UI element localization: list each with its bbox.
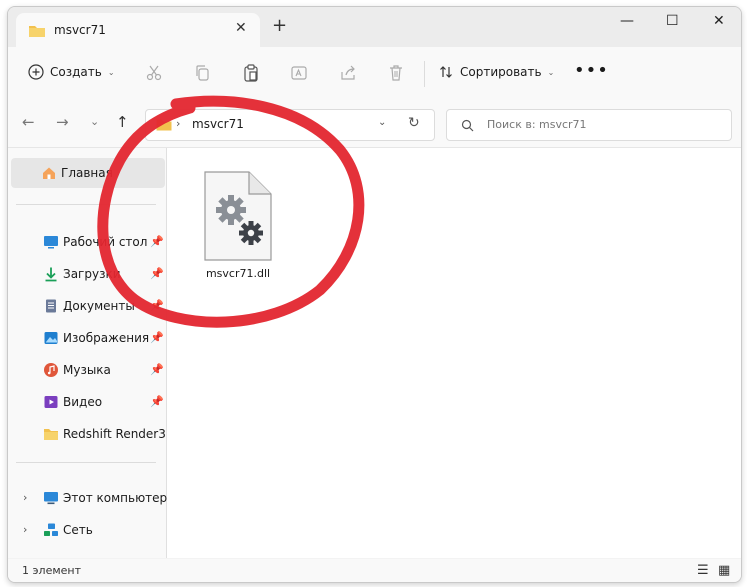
window-tab[interactable]: msvcr71 ✕ [16, 13, 260, 47]
sidebar-item-this-pc[interactable]: › Этот компьютер [11, 483, 168, 513]
file-item[interactable]: msvcr71.dll [195, 170, 275, 280]
address-bar[interactable]: › msvcr71 ⌄ ↻ [145, 109, 435, 141]
sidebar-item-video[interactable]: Видео 📌 [11, 387, 165, 417]
sidebar-label: Видео [63, 395, 103, 409]
new-tab-button[interactable]: + [272, 17, 287, 35]
music-icon [44, 363, 58, 377]
refresh-icon[interactable]: ↻ [408, 115, 420, 131]
sidebar-item-redshift-folder[interactable]: Redshift Render3.0. [11, 419, 181, 449]
status-bar: 1 элемент ☰ ▦ [8, 559, 741, 582]
chevron-down-icon: ⌄ [107, 67, 115, 77]
expand-chevron-icon[interactable]: › [23, 491, 27, 504]
network-icon [44, 523, 58, 536]
sidebar-item-pictures[interactable]: Изображения 📌 [11, 323, 165, 353]
file-list: msvcr71.dll [167, 148, 741, 558]
share-icon[interactable] [338, 63, 358, 83]
tab-title: msvcr71 [54, 23, 106, 37]
pin-icon[interactable]: 📌 [150, 395, 164, 408]
sidebar-divider [16, 204, 156, 205]
toolbar-divider [424, 61, 425, 87]
sort-label: Сортировать [460, 65, 542, 79]
more-options-button[interactable]: ••• [574, 60, 609, 81]
tiles-view-icon[interactable]: ▦ [718, 563, 730, 578]
sidebar-item-documents[interactable]: Документы 📌 [11, 291, 165, 321]
create-button[interactable]: Создать ⌄ [28, 64, 115, 80]
sidebar-divider [16, 462, 156, 463]
details-view-icon[interactable]: ☰ [697, 563, 709, 578]
home-icon [43, 167, 55, 179]
navigation-pane: Главная Рабочий стол 📌 Загрузки 📌 Докуме… [8, 148, 181, 558]
sidebar-label: Этот компьютер [63, 491, 168, 505]
pin-icon[interactable]: 📌 [150, 363, 164, 376]
sidebar-item-desktop[interactable]: Рабочий стол 📌 [11, 227, 165, 257]
pin-icon[interactable]: 📌 [150, 235, 164, 248]
folder-icon [29, 26, 45, 37]
expand-chevron-icon[interactable]: › [23, 523, 27, 536]
pictures-icon [44, 332, 58, 344]
rename-icon[interactable] [289, 63, 309, 83]
tab-close-button[interactable]: ✕ [235, 20, 247, 36]
sort-button[interactable]: Сортировать ⌄ [438, 64, 554, 80]
address-history-chevron-icon[interactable]: ⌄ [378, 117, 386, 128]
sidebar-item-downloads[interactable]: Загрузки 📌 [11, 259, 165, 289]
up-arrow-icon[interactable]: ↑ [116, 113, 129, 131]
sidebar-label: Рабочий стол [63, 235, 148, 249]
pin-icon[interactable]: 📌 [150, 267, 164, 280]
documents-icon [46, 299, 56, 313]
video-icon [44, 396, 58, 408]
create-label: Создать [50, 65, 102, 79]
item-count: 1 элемент [22, 564, 81, 577]
address-row: ← → ⌄ ↑ › msvcr71 ⌄ ↻ Поиск в: msvcr71 [8, 101, 741, 148]
search-placeholder: Поиск в: msvcr71 [487, 118, 587, 131]
sidebar-label: Музыка [63, 363, 111, 377]
sidebar-item-home[interactable]: Главная [11, 158, 165, 188]
folder-icon [156, 119, 172, 131]
close-button[interactable]: ✕ [713, 13, 725, 29]
delete-icon[interactable] [386, 63, 406, 83]
paste-icon[interactable] [241, 63, 261, 83]
desktop-icon [44, 236, 58, 249]
folder-icon [44, 429, 58, 440]
sidebar-label: Изображения [63, 331, 150, 345]
sort-icon [440, 66, 452, 78]
sidebar-item-network[interactable]: › Сеть [11, 515, 165, 545]
dll-file-icon [204, 171, 272, 261]
title-bar: msvcr71 ✕ + — ☐ ✕ [8, 7, 741, 47]
explorer-window: msvcr71 ✕ + — ☐ ✕ Создать ⌄ Сортировать … [7, 6, 742, 583]
breadcrumb-separator-icon: › [176, 117, 181, 130]
sidebar-label: Загрузки [63, 267, 121, 281]
sidebar-label: Сеть [63, 523, 93, 537]
pin-icon[interactable]: 📌 [150, 331, 164, 344]
cut-icon[interactable] [144, 63, 164, 83]
recent-chevron-icon[interactable]: ⌄ [90, 115, 99, 128]
sidebar-label: Redshift Render3.0. [63, 427, 182, 441]
pin-icon[interactable]: 📌 [150, 299, 164, 312]
sidebar-label: Главная [61, 166, 113, 180]
forward-arrow-icon[interactable]: → [56, 113, 69, 131]
breadcrumb-current[interactable]: msvcr71 [192, 117, 244, 131]
chevron-down-icon: ⌄ [547, 67, 555, 77]
plus-circle-icon [28, 64, 44, 80]
maximize-button[interactable]: ☐ [666, 13, 679, 29]
sidebar-item-music[interactable]: Музыка 📌 [11, 355, 165, 385]
download-icon [45, 267, 57, 282]
search-input[interactable]: Поиск в: msvcr71 [446, 109, 732, 141]
copy-icon[interactable] [193, 63, 213, 83]
file-name: msvcr71.dll [205, 267, 271, 280]
search-icon [461, 119, 474, 132]
back-arrow-icon[interactable]: ← [22, 113, 35, 131]
minimize-button[interactable]: — [620, 13, 634, 29]
command-bar: Создать ⌄ Сортировать ⌄ ••• [8, 47, 741, 101]
sidebar-label: Документы [63, 299, 135, 313]
computer-icon [44, 492, 58, 505]
